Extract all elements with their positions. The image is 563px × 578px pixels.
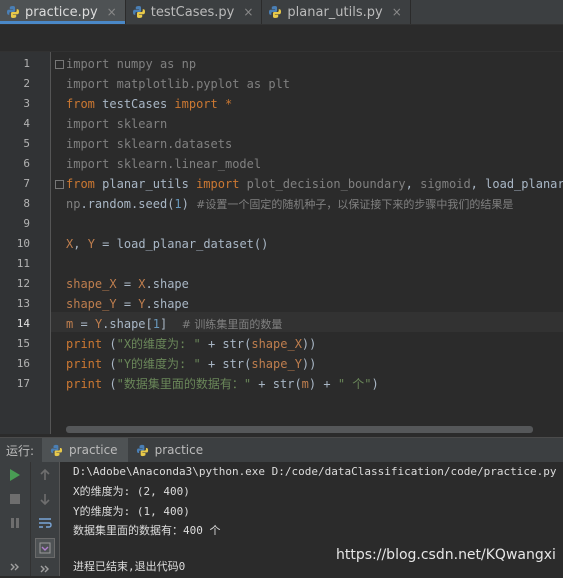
tab-label: practice.py (25, 4, 98, 20)
run-toolbar-primary (0, 462, 31, 576)
code-line: from testCases import * (66, 97, 233, 111)
tab-practice-py[interactable]: practice.py × (0, 0, 126, 24)
line-number: 4 (23, 117, 30, 130)
run-button[interactable] (6, 466, 24, 484)
code-line: m = Y.shape[1] # 训练集里面的数量 (66, 317, 283, 331)
more-actions-button[interactable] (36, 560, 54, 578)
stop-icon (10, 494, 20, 504)
scroll-down-button[interactable] (36, 490, 54, 508)
close-icon[interactable]: × (243, 5, 253, 19)
line-number-gutter: 1 2 3 4 5 6 7 8 9 10 11 12 13 14 15 16 1… (0, 52, 51, 434)
line-number: 12 (16, 277, 30, 290)
run-toolbar-secondary (31, 462, 60, 576)
line-number: 8 (23, 197, 30, 210)
line-number: 10 (16, 237, 30, 250)
run-tool-window-header: 运行: practice practice (0, 437, 563, 463)
console-line: X的维度为: (2, 400) (73, 485, 190, 498)
run-tab-practice[interactable]: practice (42, 438, 128, 462)
tab-testcases-py[interactable]: testCases.py × (126, 0, 263, 24)
code-line: import sklearn.datasets (66, 137, 233, 151)
console-line: Y的维度为: (1, 400) (73, 505, 190, 518)
code-line: import sklearn (66, 117, 168, 131)
tab-label: testCases.py (150, 4, 235, 20)
code-line: shape_Y = Y.shape (66, 297, 189, 311)
editor-breadcrumb-bar (0, 25, 563, 52)
line-number: 7 (23, 177, 30, 190)
double-chevron-right-icon (40, 565, 49, 573)
python-file-icon (269, 6, 282, 18)
code-line: import numpy as np (66, 57, 197, 71)
run-tab-label: practice (154, 443, 204, 457)
line-number: 17 (16, 377, 30, 390)
line-number: 13 (16, 297, 30, 310)
pause-icon (11, 518, 19, 528)
line-number: 3 (23, 97, 30, 110)
line-number: 6 (23, 157, 30, 170)
line-number: 14 (16, 317, 30, 330)
scroll-to-end-icon (39, 542, 51, 554)
python-run-icon (136, 444, 148, 456)
tab-label: planar_utils.py (287, 4, 383, 20)
arrow-down-icon (40, 494, 50, 505)
run-tab-practice-2[interactable]: practice (128, 438, 214, 462)
line-number: 15 (16, 337, 30, 350)
code-line: X, Y = load_planar_dataset() (66, 237, 269, 251)
play-icon (10, 469, 20, 481)
soft-wrap-button[interactable] (36, 514, 54, 532)
scroll-to-end-button[interactable] (35, 538, 55, 558)
console-line: 数据集里面的数据有：400 个 (73, 524, 221, 537)
run-label: 运行: (6, 443, 35, 458)
console-line: D:\Adobe\Anaconda3\python.exe D:/code/da… (73, 465, 557, 478)
code-line: shape_X = X.shape (66, 277, 189, 291)
code-line: from planar_utils import plot_decision_b… (66, 177, 563, 191)
pause-button[interactable] (6, 514, 24, 532)
code-line: import sklearn.linear_model (66, 157, 262, 171)
soft-wrap-icon (39, 518, 52, 528)
fold-marker-icon[interactable] (55, 180, 64, 189)
line-number: 5 (23, 137, 30, 150)
python-file-icon (132, 6, 145, 18)
console-line: 进程已结束,退出代码0 (73, 560, 186, 573)
watermark-text: https://blog.csdn.net/KQwangxi (336, 547, 556, 563)
python-file-icon (7, 6, 19, 18)
double-chevron-right-icon (10, 563, 19, 571)
code-line: print ("Y的维度为: " + str(shape_Y)) (66, 357, 317, 371)
line-number: 9 (23, 217, 30, 230)
close-icon[interactable]: × (392, 5, 402, 19)
code-line: print ("X的维度为: " + str(shape_X)) (66, 337, 317, 351)
code-line: np.random.seed(1) #设置一个固定的随机种子，以保证接下来的步骤… (66, 197, 514, 211)
fold-marker-icon[interactable] (55, 60, 64, 69)
line-number: 11 (16, 257, 30, 270)
stop-button[interactable] (6, 490, 24, 508)
editor-tab-bar: practice.py × testCases.py × planar_util… (0, 0, 563, 25)
run-tab-label: practice (69, 443, 118, 457)
line-number: 1 (23, 57, 30, 70)
line-number: 2 (23, 77, 30, 90)
scroll-up-button[interactable] (36, 466, 54, 484)
python-run-icon (50, 444, 63, 456)
arrow-up-icon (40, 469, 50, 480)
line-number: 16 (16, 357, 30, 370)
tab-planar-utils-py[interactable]: planar_utils.py × (262, 0, 411, 24)
code-line: print ("数据集里面的数据有：" + str(m) + " 个") (66, 377, 379, 391)
more-tools-button[interactable] (6, 558, 24, 576)
horizontal-scrollbar[interactable] (66, 426, 533, 433)
code-editor[interactable]: 1 2 3 4 5 6 7 8 9 10 11 12 13 14 15 16 1… (0, 52, 563, 434)
code-line: import matplotlib.pyplot as plt (66, 77, 291, 91)
close-icon[interactable]: × (107, 5, 117, 19)
